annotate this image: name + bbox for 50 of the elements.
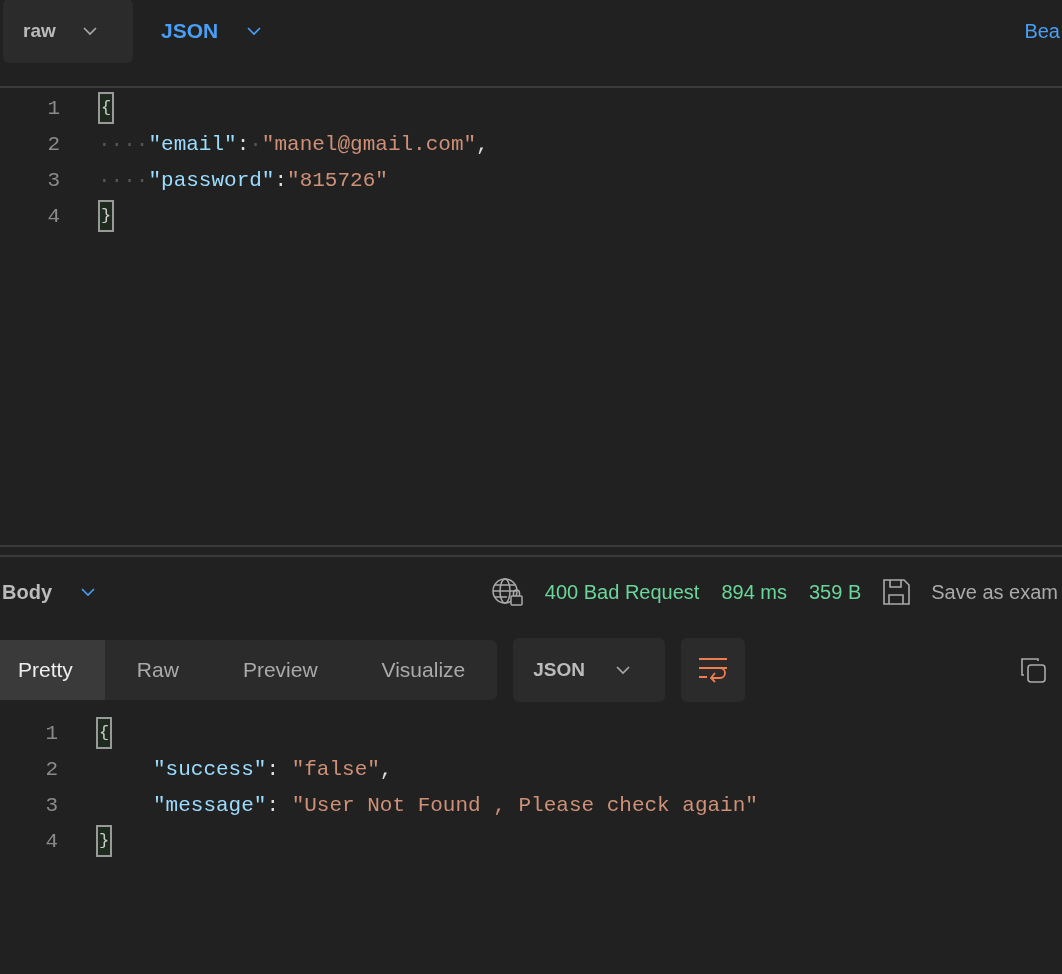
- response-view-tab[interactable]: Visualize: [349, 640, 498, 700]
- json-string: "815726": [287, 168, 388, 192]
- json-key: "message": [153, 793, 267, 817]
- chevron-icon: [615, 665, 631, 675]
- line-number: 1: [46, 96, 61, 120]
- json-key: "success": [153, 757, 267, 781]
- response-time: 894 ms: [721, 580, 787, 604]
- line-number: 2: [44, 757, 59, 781]
- language-dropdown[interactable]: JSON: [161, 19, 263, 43]
- punctuation: :: [266, 793, 281, 817]
- format-dropdown[interactable]: JSON: [513, 638, 666, 702]
- status-code: 400 Bad Request: [544, 580, 700, 604]
- punctuation: ,: [476, 132, 489, 156]
- line-number: 3: [46, 168, 61, 192]
- chevron-icon: [80, 587, 96, 597]
- whitespace-marker: ····: [98, 168, 149, 192]
- whitespace-marker: ····: [98, 132, 149, 156]
- response-size: 359 B: [809, 580, 862, 604]
- punctuation: :: [236, 132, 250, 156]
- punctuation: :: [266, 757, 281, 781]
- brace: }: [98, 200, 115, 232]
- json-key: "email": [148, 132, 237, 156]
- brace: {: [96, 717, 113, 749]
- body-type-dropdown[interactable]: raw: [3, 0, 133, 63]
- response-view-tab[interactable]: Raw: [104, 640, 211, 700]
- brace: }: [96, 825, 113, 857]
- beautify-link[interactable]: Bea: [1024, 19, 1060, 43]
- line-number: 4: [46, 204, 61, 228]
- json-string: "false": [291, 757, 380, 781]
- brace: {: [98, 92, 115, 124]
- punctuation: :: [274, 168, 288, 192]
- body-dropdown[interactable]: Body: [2, 580, 96, 604]
- chevron-icon: [246, 26, 263, 36]
- chevron-icon: [81, 26, 98, 36]
- save-as-example-button[interactable]: Save as exam: [931, 580, 1058, 604]
- globe-lock-icon: [490, 577, 525, 607]
- line-number: 1: [44, 721, 59, 745]
- response-view-tab[interactable]: Preview: [210, 640, 350, 700]
- copy-icon[interactable]: [1018, 655, 1048, 685]
- json-string: "manel@gmail.com": [261, 132, 477, 156]
- line-number: 2: [46, 132, 61, 156]
- punctuation: ,: [379, 757, 393, 781]
- json-key: "password": [148, 168, 275, 192]
- whitespace-marker: ·: [249, 132, 262, 156]
- response-view-tab[interactable]: Pretty: [0, 640, 105, 700]
- line-number: 3: [44, 793, 59, 817]
- wrap-lines-button[interactable]: [681, 638, 746, 702]
- wrap-lines-icon: [698, 657, 729, 683]
- line-number: 4: [44, 829, 59, 853]
- json-string: "User Not Found , Please check again": [291, 793, 758, 817]
